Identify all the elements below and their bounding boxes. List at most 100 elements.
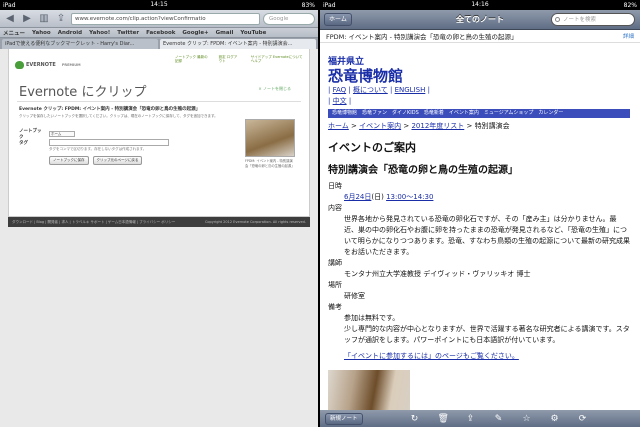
close-note-link[interactable]: × ノートを閉じる (258, 86, 291, 92)
tag-hint: タグをコンマで区切ります。存在しないタグは作成されます。 (49, 147, 147, 151)
evernote-footer: ダウンロード | Blog | 開発者 | 求人 | トラベルキ サポート | … (8, 217, 310, 227)
breadcrumb-current: 特別講演会 (474, 122, 510, 130)
web-content: EVERNOTE PREMIUM ノートブック 最新の記録 設定 ログアウト サ… (0, 49, 318, 427)
time-link[interactable]: 13:00～14:30 (386, 193, 433, 201)
clip-page-title: Evernote にクリップ (19, 85, 147, 100)
content-text: 世界各地から発見されている恐竜の卵化石ですが、その「産み主」は分かりません。最近… (344, 215, 630, 256)
date-label: 日時 (328, 182, 342, 190)
clip-form: ノートブック ホーム タグ タグをコンマで区切ります。存在しないタグは作成されま… (19, 129, 169, 165)
museum-name: 恐竜博物館 (328, 67, 404, 85)
nav-link[interactable]: 設定 ログアウト (219, 55, 240, 63)
footer-links[interactable]: ダウンロード | Blog | 開発者 | 求人 | トラベルキ サポート | … (12, 220, 175, 225)
breadcrumb-2012[interactable]: 2012年度リスト (411, 122, 464, 130)
home-back-button[interactable]: ホーム (324, 13, 352, 26)
bookmark-item[interactable]: Android (58, 30, 82, 36)
bookmark-item[interactable]: Gmail (216, 30, 234, 36)
rotate-icon[interactable]: ↻ (410, 414, 420, 424)
bookmarks-icon[interactable]: ▥ (37, 13, 51, 25)
menu-item[interactable]: ダイノKIDS (392, 109, 419, 118)
header-links: | FAQ | 概について | ENGLISH | (328, 86, 430, 94)
menu-item[interactable]: 恐竜ファン (362, 109, 387, 118)
evernote-nav-links: ノートブック 最新の記録 設定 ログアウト サイドアップ Evernoteについ… (175, 55, 303, 63)
elephant-icon (15, 61, 24, 69)
right-pane-evernote: iPad 14:16 82% ホーム 全てのノート ノートを検索 FPDM: イ… (320, 0, 640, 427)
notebook-select[interactable]: ホーム (49, 130, 75, 137)
save-to-notebook-button[interactable]: ノートブックに保存 (49, 156, 89, 165)
site-menu-bar: 恐竜博物館 恐竜ファン ダイノKIDS 恐竜新着 イベント案内 ミュージアムショ… (328, 109, 630, 118)
note-search-input[interactable]: ノートを検索 (551, 13, 635, 26)
chinese-link[interactable]: 中文 (333, 97, 347, 105)
breadcrumb-home[interactable]: ホーム (328, 122, 349, 130)
menu-item[interactable]: ミュージアムショップ (484, 109, 534, 118)
navigation-bar: ホーム 全てのノート ノートを検索 (320, 10, 640, 30)
search-field[interactable]: Google (263, 12, 315, 25)
clip-title: Evernote クリップ: FPDM: イベント案内 - 特別講演会「恐竜の卵… (19, 107, 201, 112)
forward-icon[interactable]: ▶ (20, 13, 34, 25)
settings-icon[interactable]: ⚙ (550, 414, 560, 424)
speaker-label: 講師 (328, 259, 342, 267)
back-to-source-button[interactable]: クリップ元のページに戻る (92, 156, 143, 165)
premium-label: PREMIUM (61, 63, 81, 67)
evernote-logo: EVERNOTE PREMIUM (15, 61, 81, 69)
menu-item[interactable]: イベント案内 (449, 109, 479, 118)
remarks-free: 参加は無料です。 (344, 314, 400, 322)
tab-evernote-clip[interactable]: Evernote クリップ: FPDM: イベント案内 - 特別講演会... (160, 39, 316, 49)
bookmark-item[interactable]: Yahoo! (89, 30, 110, 36)
search-placeholder: ノートを検索 (563, 17, 597, 23)
english-link[interactable]: ENGLISH (395, 86, 426, 94)
status-bar: iPad 14:15 83% (0, 0, 318, 10)
bookmark-item[interactable]: Facebook (146, 30, 175, 36)
tab-harrys-diary[interactable]: iPadで使える便利なブックマークレット - Harry's Diar... (2, 39, 158, 49)
content-label: 内容 (328, 204, 342, 212)
bookmark-item[interactable]: Yahoo (32, 30, 51, 36)
event-title: 特別講演会「恐竜の卵と鳥の生殖の起源」 (328, 165, 518, 176)
menu-item[interactable]: 恐竜新着 (424, 109, 444, 118)
tab-strip: iPadで使える便利なブックマークレット - Harry's Diar... E… (0, 38, 318, 49)
page-heading: イベントのご案内 (328, 141, 416, 154)
bookmarks-bar: メニュー Yahoo Android Yahoo! Twitter Facebo… (0, 28, 318, 38)
logo-text: EVERNOTE (26, 62, 56, 68)
share-icon[interactable]: ⇪ (466, 414, 476, 424)
event-participation-link[interactable]: 「イベントに参加するには」のページもご覧ください。 (328, 351, 630, 362)
url-field[interactable]: www.evernote.com/clip.action?viewConfirm… (71, 12, 260, 25)
left-pane-safari: iPad 14:15 83% ◀ ▶ ▥ ⇪ www.evernote.com/… (0, 0, 318, 427)
header-links-2: | 中文 | (328, 97, 352, 105)
nav-link[interactable]: ノートブック 最新の記録 (175, 55, 208, 63)
detail-link[interactable]: 詳細 (623, 32, 634, 40)
trash-icon[interactable]: 🗑 (438, 414, 449, 424)
address-bar-row: ◀ ▶ ▥ ⇪ www.evernote.com/clip.action?vie… (0, 10, 318, 28)
new-note-button[interactable]: 新規ノート (325, 412, 363, 425)
bookmark-item[interactable]: Google+ (182, 30, 208, 36)
menu-item[interactable]: カレンダー (538, 109, 563, 118)
note-title-bar: FPDM: イベント案内 - 特別講演会「恐竜の卵と鳥の生殖の起源」 詳細 (320, 30, 640, 43)
nav-link[interactable]: サイドアップ Evernoteについて ヘルプ (251, 55, 303, 63)
breadcrumb-events[interactable]: イベント案内 (359, 122, 401, 130)
edit-icon[interactable]: ✎ (494, 414, 504, 424)
evernote-header: EVERNOTE PREMIUM ノートブック 最新の記録 設定 ログアウト サ… (15, 55, 303, 75)
menu-item[interactable]: 恐竜博物館 (332, 109, 357, 118)
place-label: 場所 (328, 281, 342, 289)
status-bar: iPad 14:16 82% (320, 0, 640, 10)
share-icon[interactable]: ⇪ (54, 13, 68, 25)
date-link[interactable]: 6月24日 (344, 193, 371, 201)
bookmark-item[interactable]: メニュー (3, 29, 25, 37)
thumbnail-caption: FPDM: イベント案内 - 特別講演会「恐竜の卵と鳥の生殖の起源」 (245, 159, 295, 168)
prefecture-label: 福井県立 (328, 57, 365, 67)
clip-instructions: クリップを保存したいノートブックを選択してください。クリップは、現在のノートブッ… (19, 114, 218, 118)
about-link[interactable]: 概について (353, 86, 388, 94)
remarks-text: 少し専門的な内容が中心となりますが、世界で活躍する著名な研究者による講演です。ス… (344, 325, 630, 344)
bookmark-item[interactable]: Twitter (117, 30, 139, 36)
clock: 14:15 (150, 1, 168, 8)
breadcrumb: ホーム > イベント案内 > 2012年度リスト > 特別講演会 (328, 122, 510, 130)
back-icon[interactable]: ◀ (3, 13, 17, 25)
tag-input[interactable] (49, 139, 169, 146)
event-photo (328, 370, 410, 410)
sync-icon[interactable]: ⟳ (578, 414, 588, 424)
place-text: 研修室 (344, 292, 365, 300)
weekday: (日) (371, 193, 384, 201)
bookmark-item[interactable]: YouTube (240, 30, 266, 36)
star-icon[interactable]: ☆ (522, 414, 532, 424)
faq-link[interactable]: FAQ (333, 86, 347, 94)
tag-label: タグ (19, 140, 28, 146)
remarks-label: 備考 (328, 303, 342, 311)
